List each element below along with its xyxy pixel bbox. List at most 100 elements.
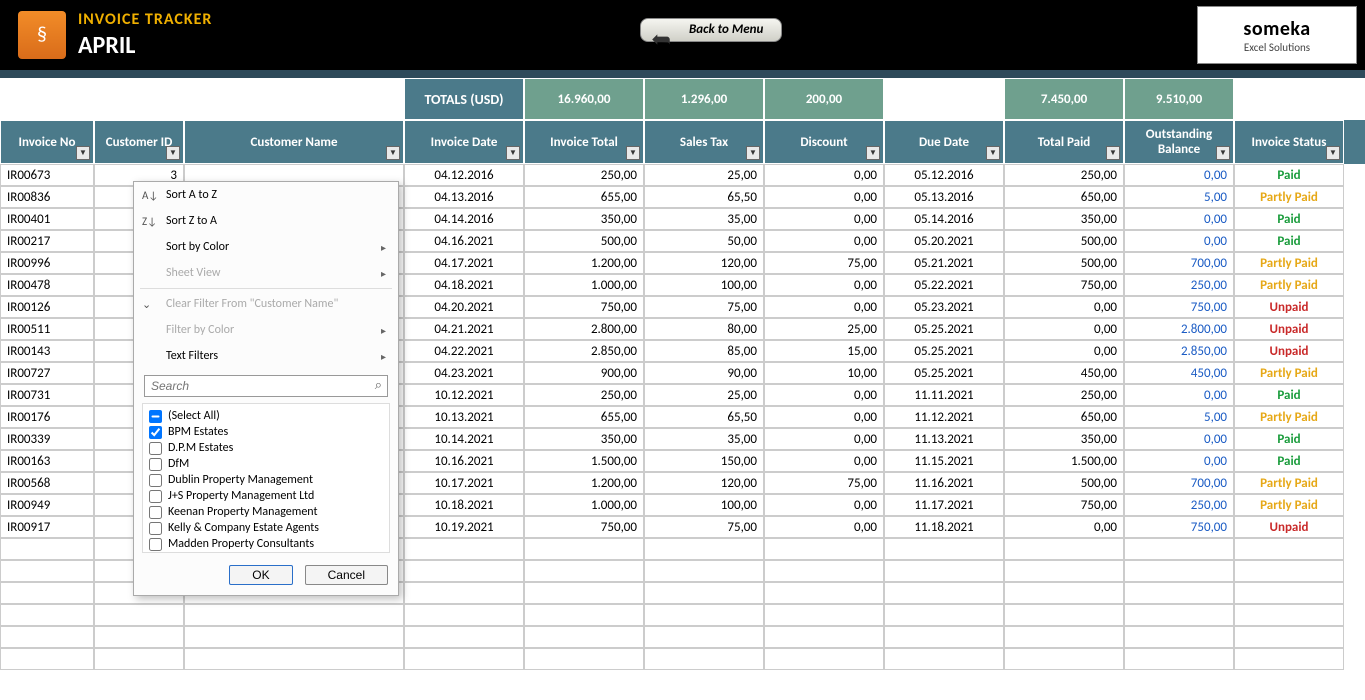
filter-check-item[interactable]: (Select All): [145, 408, 387, 424]
empty-cell[interactable]: [764, 538, 884, 560]
cell[interactable]: 650,00: [1004, 186, 1124, 208]
cell[interactable]: 2.850,00: [1124, 340, 1234, 362]
filter-checkbox[interactable]: [149, 426, 162, 439]
empty-cell[interactable]: [184, 626, 404, 648]
cell[interactable]: Unpaid: [1234, 296, 1344, 318]
cell[interactable]: 10.17.2021: [404, 472, 524, 494]
cell[interactable]: 750,00: [524, 516, 644, 538]
cell[interactable]: IR00339: [0, 428, 94, 450]
cell[interactable]: 0,00: [1004, 516, 1124, 538]
cell[interactable]: 120,00: [644, 472, 764, 494]
cell[interactable]: 04.18.2021: [404, 274, 524, 296]
cell[interactable]: IR00673: [0, 164, 94, 186]
cell[interactable]: 5,00: [1124, 186, 1234, 208]
cell[interactable]: 500,00: [1004, 252, 1124, 274]
sort-az-item[interactable]: A↓ Sort A to Z: [134, 182, 398, 208]
cell[interactable]: Partly Paid: [1234, 252, 1344, 274]
empty-cell[interactable]: [404, 626, 524, 648]
cell[interactable]: Partly Paid: [1234, 494, 1344, 516]
cell[interactable]: 75,00: [764, 252, 884, 274]
empty-cell[interactable]: [1004, 582, 1124, 604]
filter-checkbox[interactable]: [149, 538, 162, 551]
cell[interactable]: Paid: [1234, 428, 1344, 450]
cell[interactable]: 10.12.2021: [404, 384, 524, 406]
cell[interactable]: IR00568: [0, 472, 94, 494]
empty-cell[interactable]: [1124, 604, 1234, 626]
cell[interactable]: IR00478: [0, 274, 94, 296]
cell[interactable]: 0,00: [764, 428, 884, 450]
cell[interactable]: Partly Paid: [1234, 274, 1344, 296]
cell[interactable]: 0,00: [764, 208, 884, 230]
filter-check-item[interactable]: Madden Property Consultants: [145, 536, 387, 552]
empty-row[interactable]: [0, 626, 1365, 648]
cell[interactable]: 1.200,00: [524, 472, 644, 494]
empty-cell[interactable]: [884, 582, 1004, 604]
cell[interactable]: 100,00: [644, 274, 764, 296]
cell[interactable]: 1.000,00: [524, 274, 644, 296]
cell[interactable]: 500,00: [1004, 230, 1124, 252]
cell[interactable]: IR00126: [0, 296, 94, 318]
empty-cell[interactable]: [404, 648, 524, 670]
cell[interactable]: Partly Paid: [1234, 362, 1344, 384]
empty-cell[interactable]: [404, 560, 524, 582]
cell[interactable]: 750,00: [524, 296, 644, 318]
cell[interactable]: 250,00: [1124, 494, 1234, 516]
cell[interactable]: 05.23.2021: [884, 296, 1004, 318]
cell[interactable]: Unpaid: [1234, 516, 1344, 538]
cell[interactable]: 65,50: [644, 186, 764, 208]
empty-cell[interactable]: [764, 560, 884, 582]
cell[interactable]: 2.800,00: [1124, 318, 1234, 340]
empty-cell[interactable]: [94, 626, 184, 648]
filter-checkbox[interactable]: [149, 410, 162, 423]
cell[interactable]: 750,00: [1124, 296, 1234, 318]
empty-cell[interactable]: [1124, 648, 1234, 670]
filter-check-item[interactable]: D.P.M Estates: [145, 440, 387, 456]
cell[interactable]: 75,00: [644, 296, 764, 318]
filter-check-item[interactable]: BPM Estates: [145, 424, 387, 440]
filter-checkbox[interactable]: [149, 522, 162, 535]
cell[interactable]: 04.13.2016: [404, 186, 524, 208]
cell[interactable]: 650,00: [1004, 406, 1124, 428]
cell[interactable]: Partly Paid: [1234, 186, 1344, 208]
cell[interactable]: 500,00: [1004, 472, 1124, 494]
empty-cell[interactable]: [404, 538, 524, 560]
cell[interactable]: 1.500,00: [1004, 450, 1124, 472]
cell[interactable]: 1.000,00: [524, 494, 644, 516]
cell[interactable]: IR00217: [0, 230, 94, 252]
cell[interactable]: 65,50: [644, 406, 764, 428]
filter-search-input[interactable]: [144, 375, 388, 397]
cell[interactable]: 750,00: [1004, 494, 1124, 516]
cell[interactable]: 11.16.2021: [884, 472, 1004, 494]
cell[interactable]: 11.11.2021: [884, 384, 1004, 406]
text-filters-item[interactable]: Text Filters ▸: [134, 343, 398, 369]
cell[interactable]: 0,00: [1004, 318, 1124, 340]
filter-dropdown-icon[interactable]: ▼: [386, 146, 400, 160]
cell[interactable]: 75,00: [764, 472, 884, 494]
filter-dropdown-icon[interactable]: ▼: [166, 146, 180, 160]
empty-cell[interactable]: [94, 648, 184, 670]
cell[interactable]: IR00143: [0, 340, 94, 362]
empty-cell[interactable]: [1234, 582, 1344, 604]
filter-checklist[interactable]: (Select All)BPM EstatesD.P.M EstatesDfMD…: [142, 403, 390, 553]
sort-za-item[interactable]: Z↓ Sort Z to A: [134, 208, 398, 234]
cell[interactable]: 655,00: [524, 186, 644, 208]
empty-cell[interactable]: [1124, 560, 1234, 582]
empty-row[interactable]: [0, 604, 1365, 626]
cell[interactable]: IR00917: [0, 516, 94, 538]
cell[interactable]: 90,00: [644, 362, 764, 384]
cell[interactable]: 0,00: [764, 296, 884, 318]
cell[interactable]: 11.18.2021: [884, 516, 1004, 538]
cell[interactable]: 11.12.2021: [884, 406, 1004, 428]
cell[interactable]: 75,00: [644, 516, 764, 538]
empty-cell[interactable]: [884, 626, 1004, 648]
cell[interactable]: Unpaid: [1234, 318, 1344, 340]
cell[interactable]: 700,00: [1124, 252, 1234, 274]
cell[interactable]: 11.17.2021: [884, 494, 1004, 516]
empty-cell[interactable]: [1004, 604, 1124, 626]
cell[interactable]: IR00176: [0, 406, 94, 428]
empty-cell[interactable]: [1004, 648, 1124, 670]
cell[interactable]: 5,00: [1124, 406, 1234, 428]
cell[interactable]: 0,00: [764, 274, 884, 296]
cell[interactable]: 350,00: [524, 208, 644, 230]
cell[interactable]: Paid: [1234, 164, 1344, 186]
